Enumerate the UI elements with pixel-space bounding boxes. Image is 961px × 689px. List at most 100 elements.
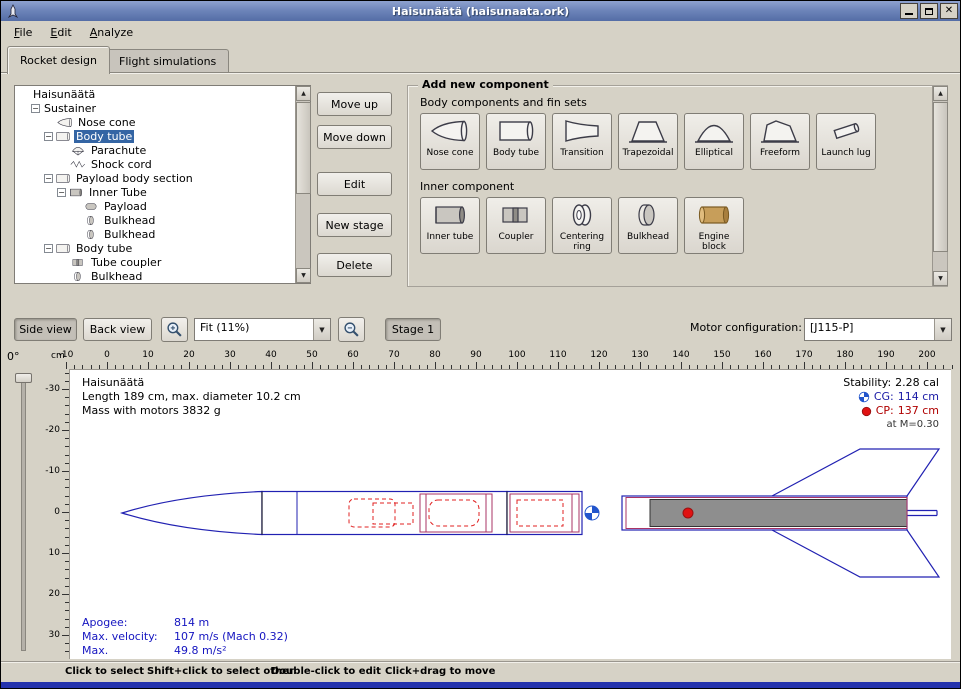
chevron-down-icon[interactable]: ▼ (313, 319, 330, 340)
tree-item-label: Payload body section (74, 172, 195, 185)
zoom-select-value: Fit (11%) (195, 319, 313, 340)
zoom-select[interactable]: Fit (11%) ▼ (194, 318, 331, 341)
freeform-fin-icon (760, 118, 800, 147)
title-bar[interactable]: Haisunäätä (haisunaata.ork) ✕ (1, 1, 960, 21)
inner-tube-icon (68, 186, 85, 198)
motor-configuration-label: Motor configuration: (690, 321, 802, 334)
window-title: Haisunäätä (haisunaata.ork) (1, 5, 960, 18)
rotation-slider-track[interactable] (21, 375, 26, 651)
add-coupler-button[interactable]: Coupler (486, 197, 546, 254)
minimize-button[interactable] (900, 3, 918, 19)
tree-item-sustainer[interactable]: −Sustainer (15, 101, 295, 115)
coupler-icon (70, 256, 87, 268)
add-bulkhead-button[interactable]: Bulkhead (618, 197, 678, 254)
tree-item-label: Tube coupler (89, 256, 163, 269)
motor-configuration-select[interactable]: [J115-P] ▼ (804, 318, 952, 341)
move-down-button[interactable]: Move down (317, 125, 392, 149)
rocket-name: Haisunäätä (82, 376, 301, 390)
move-up-button[interactable]: Move up (317, 92, 392, 116)
tree-expander-icon[interactable]: − (44, 132, 53, 141)
tree-expander-icon[interactable]: − (44, 174, 53, 183)
stage-1-toggle[interactable]: Stage 1 (385, 318, 441, 341)
scroll-down-icon[interactable]: ▼ (296, 268, 311, 283)
component-button-label: Coupler (498, 233, 535, 243)
tree-item-nose-cone[interactable]: Nose cone (15, 115, 295, 129)
tree-action-buttons: Move up Move down Edit New stage Delete (317, 92, 392, 282)
tree-expander-icon[interactable]: − (44, 244, 53, 253)
tree-item-parachute[interactable]: Parachute (15, 143, 295, 157)
window-bottom-edge (1, 682, 961, 689)
body-tube-icon (496, 118, 536, 147)
add-engine-block-button[interactable]: Engine block (684, 197, 744, 254)
back-view-button[interactable]: Back view (83, 318, 152, 341)
add-body-tube-button[interactable]: Body tube (486, 113, 546, 170)
app-icon[interactable] (5, 3, 21, 19)
tree-item-tube-coupler[interactable]: Tube coupler (15, 255, 295, 269)
add-inner-tube-button[interactable]: Inner tube (420, 197, 480, 254)
side-view-button[interactable]: Side view (14, 318, 77, 341)
status-hint: Double-click to edit (271, 666, 381, 677)
tree-item-bulkhead[interactable]: Bulkhead (15, 269, 295, 283)
group-label-body-components-and-fin-sets: Body components and fin sets (420, 96, 947, 109)
body-tube-icon (55, 130, 72, 142)
component-button-label: Elliptical (694, 149, 734, 159)
mach-note: at M=0.30 (843, 418, 939, 432)
add-panel-scrollbar-thumb[interactable] (933, 102, 948, 252)
close-button[interactable]: ✕ (940, 3, 958, 19)
tab-flight-simulations[interactable]: Flight simulations (106, 49, 229, 72)
tree-expander-icon[interactable]: − (31, 104, 40, 113)
menu-file[interactable]: File (5, 23, 41, 42)
add-centering-ring-button[interactable]: Centering ring (552, 197, 612, 254)
tree-expander-icon[interactable]: − (57, 188, 66, 197)
add-panel-scrollbar[interactable]: ▲ ▼ (932, 86, 947, 286)
component-button-label: Centering ring (553, 233, 611, 253)
scroll-down-icon[interactable]: ▼ (933, 271, 948, 286)
add-transition-button[interactable]: Transition (552, 113, 612, 170)
rotation-slider-handle[interactable] (15, 373, 32, 383)
add-freeform-button[interactable]: Freeform (750, 113, 810, 170)
coupler-icon (496, 202, 536, 231)
launch-lug-icon (826, 118, 866, 147)
menu-edit[interactable]: Edit (41, 23, 80, 42)
tree-item-payload-body-section[interactable]: − Payload body section (15, 171, 295, 185)
component-button-label: Body tube (492, 149, 540, 159)
zoom-in-button[interactable] (161, 317, 188, 342)
tree-item-haisun-t[interactable]: Haisunäätä (15, 87, 295, 101)
tree-item-label: Haisunäätä (31, 88, 97, 101)
delete-button[interactable]: Delete (317, 253, 392, 277)
nose-cone-icon (57, 116, 74, 128)
tree-item-bulkhead[interactable]: Bulkhead (15, 213, 295, 227)
tree-scrollbar[interactable]: ▲ ▼ (295, 86, 310, 283)
tree-item-shock-cord[interactable]: Shock cord (15, 157, 295, 171)
tree-item-label: Payload (102, 200, 149, 213)
scroll-up-icon[interactable]: ▲ (933, 86, 948, 101)
add-elliptical-button[interactable]: Elliptical (684, 113, 744, 170)
maximize-button[interactable] (920, 3, 938, 19)
tree-item-body-tube[interactable]: −Body tube (15, 241, 295, 255)
component-button-label: Inner tube (426, 233, 475, 243)
flight-stats: Apogee:814 m Max. velocity:107 m/s (Mach… (82, 616, 288, 659)
zoom-out-button[interactable] (338, 317, 365, 342)
component-button-label: Launch lug (820, 149, 871, 159)
rocket-canvas[interactable]: Haisunäätä Length 189 cm, max. diameter … (69, 369, 951, 659)
apogee-value: 814 m (174, 616, 209, 630)
menu-analyze[interactable]: Analyze (81, 23, 142, 42)
stability-value: 2.28 cal (895, 376, 939, 390)
maximize-icon (925, 8, 933, 15)
edit-button[interactable]: Edit (317, 172, 392, 196)
tree-item-inner-tube[interactable]: −Inner Tube (15, 185, 295, 199)
add-nose-cone-button[interactable]: Nose cone (420, 113, 480, 170)
add-launch-lug-button[interactable]: Launch lug (816, 113, 876, 170)
cp-marker (683, 508, 693, 518)
scroll-up-icon[interactable]: ▲ (296, 86, 311, 101)
tree-item-body-tube[interactable]: −Body tube (15, 129, 295, 143)
chevron-down-icon[interactable]: ▼ (934, 319, 951, 340)
cg-label: CG: (874, 390, 894, 404)
tree-scrollbar-thumb[interactable] (296, 102, 311, 194)
new-stage-button[interactable]: New stage (317, 213, 392, 237)
tree-item-bulkhead[interactable]: Bulkhead (15, 227, 295, 241)
add-trapezoidal-button[interactable]: Trapezoidal (618, 113, 678, 170)
tab-rocket-design[interactable]: Rocket design (7, 46, 110, 74)
tree-item-payload[interactable]: Payload (15, 199, 295, 213)
rocket-info: Haisunäätä Length 189 cm, max. diameter … (82, 376, 301, 418)
